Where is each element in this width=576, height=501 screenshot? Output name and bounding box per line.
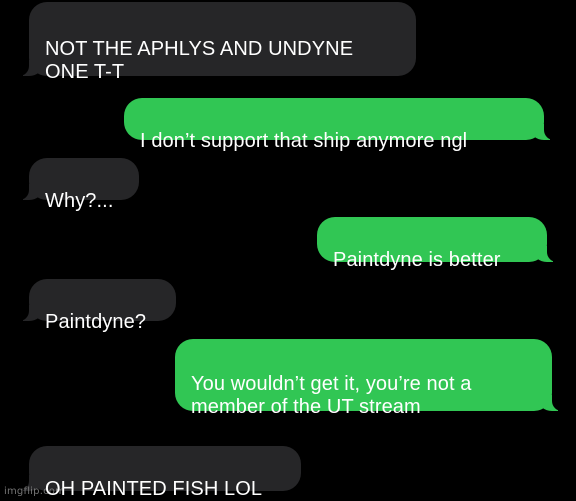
message-bubble-sent[interactable]: Paintdyne is better: [317, 217, 557, 271]
message-text: OH PAINTED FISH LOL: [45, 478, 263, 500]
message-text: Paintdyne is better: [333, 249, 501, 271]
message-bubble-sent[interactable]: I don’t support that ship anymore ngl: [124, 98, 554, 152]
message-bubble-received[interactable]: Why?...: [19, 158, 139, 212]
message-text: Why?...: [45, 190, 114, 212]
message-text: You wouldn’t get it, you’re not a member…: [191, 373, 472, 418]
message-bubble-received[interactable]: Paintdyne?: [19, 279, 176, 333]
message-bubble-received[interactable]: NOT THE APHLYS AND UNDYNE ONE T-T: [19, 2, 416, 83]
message-text: NOT THE APHLYS AND UNDYNE ONE T-T: [45, 38, 354, 83]
message-text: Paintdyne?: [45, 311, 147, 333]
message-bubble-received[interactable]: OH PAINTED FISH LOL: [19, 446, 301, 500]
message-text: I don’t support that ship anymore ngl: [140, 130, 468, 152]
message-thread: NOT THE APHLYS AND UNDYNE ONE T-T I don’…: [0, 0, 576, 500]
message-bubble-sent[interactable]: You wouldn’t get it, you’re not a member…: [175, 339, 562, 418]
